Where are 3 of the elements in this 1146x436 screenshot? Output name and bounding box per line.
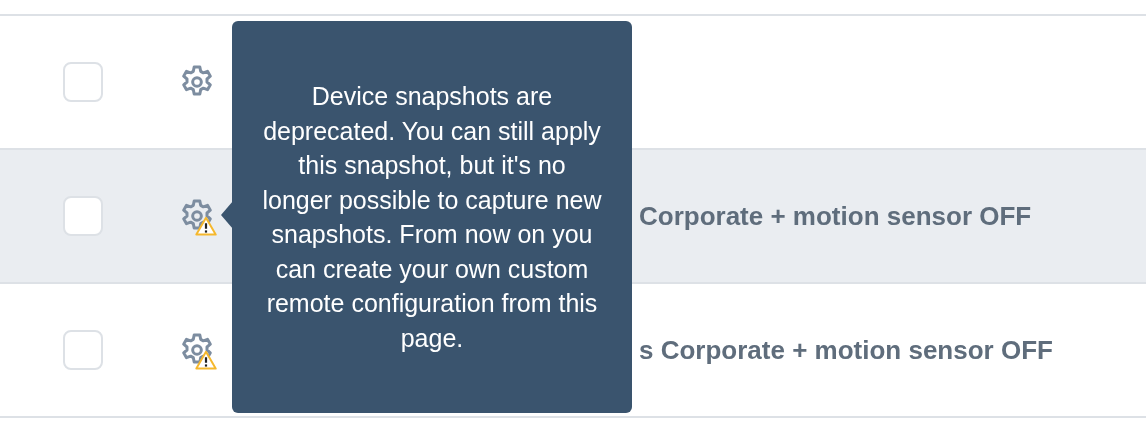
snapshot-name: Corporate + motion sensor OFF xyxy=(639,199,1032,233)
tooltip-text: Device snapshots are deprecated. You can still apply this snapshot, but it's no longer possible to capture new snapshots. From now on you can create your own custom remote configuration from this page. xyxy=(262,81,602,354)
snapshot-name: s Corporate + motion sensor OFF xyxy=(639,333,1053,367)
